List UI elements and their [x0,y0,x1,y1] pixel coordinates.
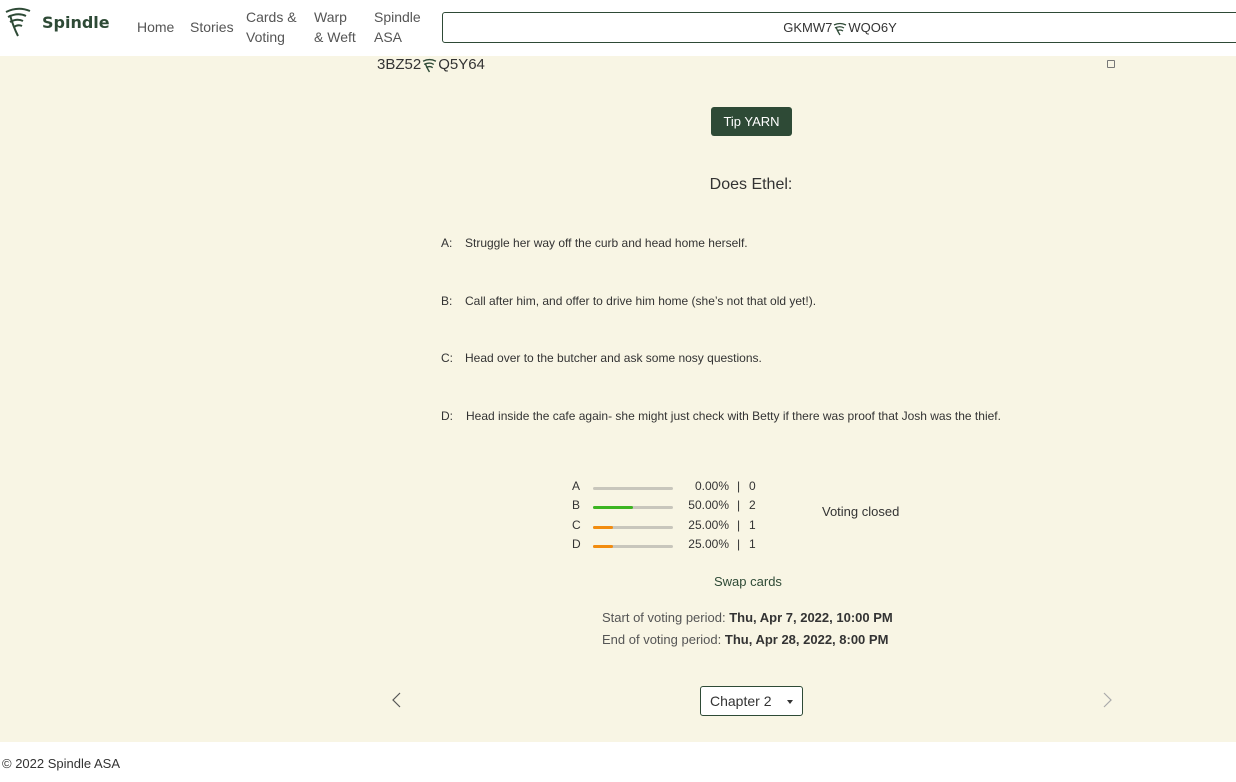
result-bar [593,526,673,529]
nav-home[interactable]: Home [137,17,174,37]
result-separator: | [737,479,741,493]
result-bar [593,545,673,548]
option-text: Struggle her way off the curb and head h… [465,236,748,250]
voting-status: Voting closed [822,504,900,519]
brand-logo[interactable]: Spindle [4,6,110,38]
spindle-logo-icon [5,7,31,37]
result-label: C [572,518,581,532]
spindle-separator-icon [422,58,437,72]
result-bar-fill [593,526,613,529]
wallet-address-button[interactable]: GKMW7 WQO6Y [442,12,1236,43]
result-bar [593,487,673,490]
brand-name: Spindle [42,12,110,32]
result-separator: | [737,498,741,512]
chevron-right-icon[interactable] [1100,692,1114,708]
copy-icon[interactable] [1107,60,1115,68]
voting-end-value: Thu, Apr 28, 2022, 8:00 PM [724,632,889,647]
option-text: Call after him, and offer to drive him h… [465,294,817,308]
voting-start: Start of voting period: Thu, Apr 7, 2022… [602,610,893,625]
question-heading: Does Ethel: [0,176,1236,194]
result-bar-fill [593,506,633,509]
voting-start-label: Start of voting period: [602,610,726,625]
card-id-end: Q5Y64 [438,56,485,73]
result-percent: 50.00% [688,498,729,512]
result-percent: 0.00% [694,479,729,493]
result-count: 1 [749,537,756,551]
option-text: Head over to the butcher and ask some no… [465,351,762,365]
footer-copyright: © 2022 Spindle ASA [2,756,120,771]
wallet-address-end: WQO6Y [848,20,897,35]
option-d: D: Head inside the cafe again- she might … [441,409,1001,423]
result-percent: 25.00% [688,518,729,532]
nav-spindle-asa-label-1: Spindle [374,9,421,25]
result-separator: | [737,518,741,532]
option-c: C: Head over to the butcher and ask some … [441,351,762,365]
footer: © 2022 Spindle ASA [0,742,1236,782]
result-label: A [572,479,581,493]
card-id: 3BZ52 Q5Y64 [377,56,485,73]
nav-warp-weft-label-2: & Weft [314,29,356,45]
nav-stories-label: Stories [190,19,234,35]
option-b: B: Call after him, and offer to drive him… [441,294,816,308]
result-separator: | [737,537,741,551]
result-percent: 25.00% [688,537,729,551]
nav-cards-voting[interactable]: Cards & Voting [246,7,297,47]
result-count: 2 [749,498,756,512]
result-bar-fill [593,545,613,548]
swap-cards-link[interactable]: Swap cards [714,574,782,589]
wallet-address-start: GKMW7 [783,20,833,35]
voting-start-value: Thu, Apr 7, 2022, 10:00 PM [729,610,893,625]
question-text: Does Ethel: [709,176,793,193]
nav-stories[interactable]: Stories [190,17,234,37]
result-label: D [572,537,581,551]
card-id-start: 3BZ52 [377,56,422,73]
voting-end-label: End of voting period: [602,632,722,647]
result-count: 0 [749,479,756,493]
chevron-down-icon [787,700,793,704]
top-navbar: Spindle Home Stories Cards & Voting Warp… [0,0,1236,56]
chevron-left-icon[interactable] [390,692,404,708]
option-letter: A: [441,236,453,250]
nav-warp-weft-label-1: Warp [314,9,347,25]
result-bar [593,506,673,509]
wallet-address: GKMW7 WQO6Y [443,20,1236,36]
nav-spindle-asa-label-2: ASA [374,29,403,45]
chapter-select-value: Chapter 2 [710,693,772,709]
nav-warp-weft[interactable]: Warp & Weft [314,7,356,47]
option-text: Head inside the cafe again- she might ju… [466,409,1001,423]
option-letter: D: [441,409,453,423]
tip-yarn-button[interactable]: Tip YARN [711,107,792,136]
option-letter: B: [441,294,453,308]
nav-spindle-asa[interactable]: Spindle ASA [374,7,421,47]
spindle-separator-icon [834,22,847,35]
chapter-select[interactable]: Chapter 2 [700,686,803,716]
option-letter: C: [441,351,453,365]
voting-end: End of voting period: Thu, Apr 28, 2022,… [602,632,888,647]
nav-cards-voting-label-2: Voting [246,29,285,45]
nav-cards-voting-label-1: Cards & [246,9,297,25]
result-count: 1 [749,518,756,532]
nav-home-label: Home [137,19,175,35]
result-label: B [572,498,581,512]
option-a: A: Struggle her way off the curb and head… [441,236,748,250]
